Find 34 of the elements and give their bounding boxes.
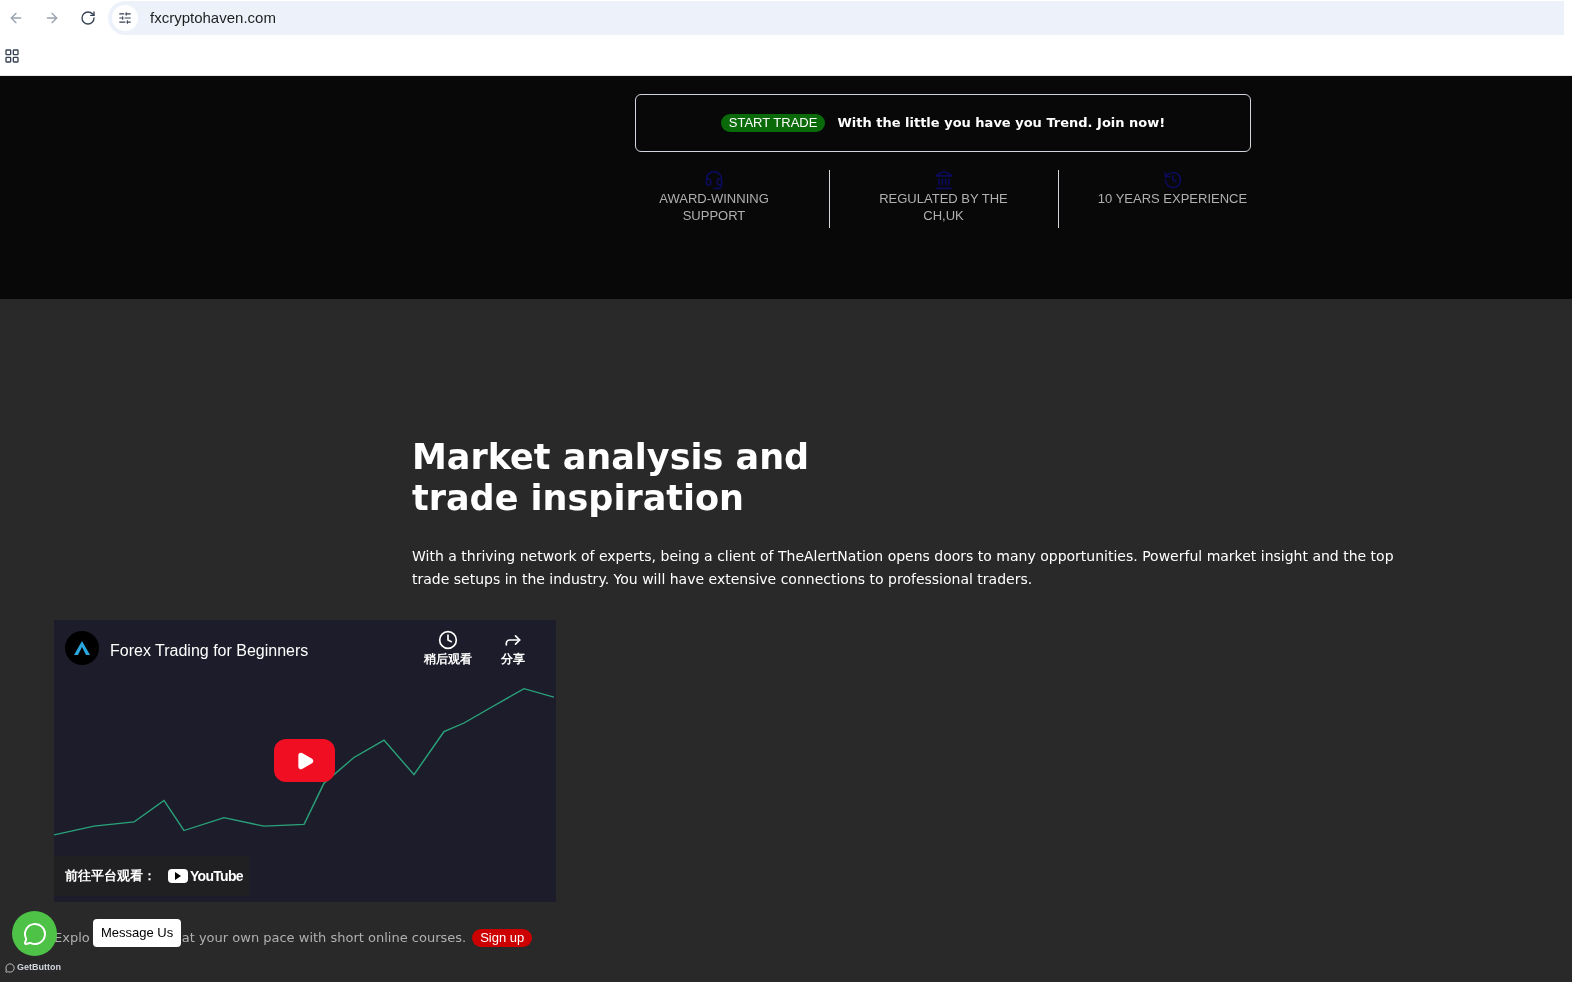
reload-icon[interactable]: [80, 10, 96, 26]
section-heading: Market analysis and trade inspiration: [412, 437, 811, 519]
platform-name: YouTube: [190, 866, 243, 886]
watch-on-bar[interactable]: 前往平台观看： YouTube: [54, 856, 249, 896]
history-icon: [1162, 170, 1183, 190]
section-body: With a thriving network of experts, being a client of TheAlertNation opens doors to many opportunities. Powerful market insight and the top trade setups in the industry. You will have extensive connections to professional traders.: [412, 547, 1395, 589]
promo-text: With the little you have you Trend. Join now!: [837, 114, 1166, 133]
bank-icon: [933, 170, 954, 190]
sign-up-button[interactable]: Sign up: [472, 928, 533, 947]
youtube-logo-icon: [168, 869, 188, 883]
getbutton-brand[interactable]: GetButton: [17, 961, 61, 975]
courses-text: at your own pace with short online courses.: [181, 929, 467, 947]
message-us-tooltip[interactable]: Message Us: [93, 919, 182, 947]
address-bar[interactable]: fxcryptohaven.com: [108, 1, 1564, 35]
chat-bubble-icon: [22, 921, 47, 946]
headset-icon: [704, 170, 724, 190]
play-button[interactable]: [274, 739, 335, 782]
share-label[interactable]: 分享: [501, 650, 525, 668]
start-trade-badge[interactable]: START TRADE: [720, 114, 826, 132]
getbutton-logo-icon: [5, 962, 15, 973]
feature-label: REGULATED BY THE CH,UK: [878, 190, 1009, 224]
url-text: fxcryptohaven.com: [150, 7, 276, 28]
video-player[interactable]: Forex Trading for Beginners 稍后观看 分享 前往平台观看： YouTube: [54, 620, 556, 902]
apps-icon[interactable]: [4, 47, 20, 64]
channel-logo-icon: [74, 641, 90, 655]
channel-avatar[interactable]: [65, 631, 99, 665]
feature-label: AWARD-WINNING SUPPORT: [658, 190, 770, 224]
clock-icon[interactable]: [438, 630, 458, 650]
whatsapp-button[interactable]: [12, 911, 57, 956]
feature-label: 10 YEARS EXPERIENCE: [1097, 190, 1248, 207]
watch-on-label: 前往平台观看：: [65, 867, 156, 886]
site-settings-icon[interactable]: [118, 11, 132, 25]
video-title[interactable]: Forex Trading for Beginners: [110, 639, 309, 663]
watch-later-label[interactable]: 稍后观看: [424, 650, 472, 668]
